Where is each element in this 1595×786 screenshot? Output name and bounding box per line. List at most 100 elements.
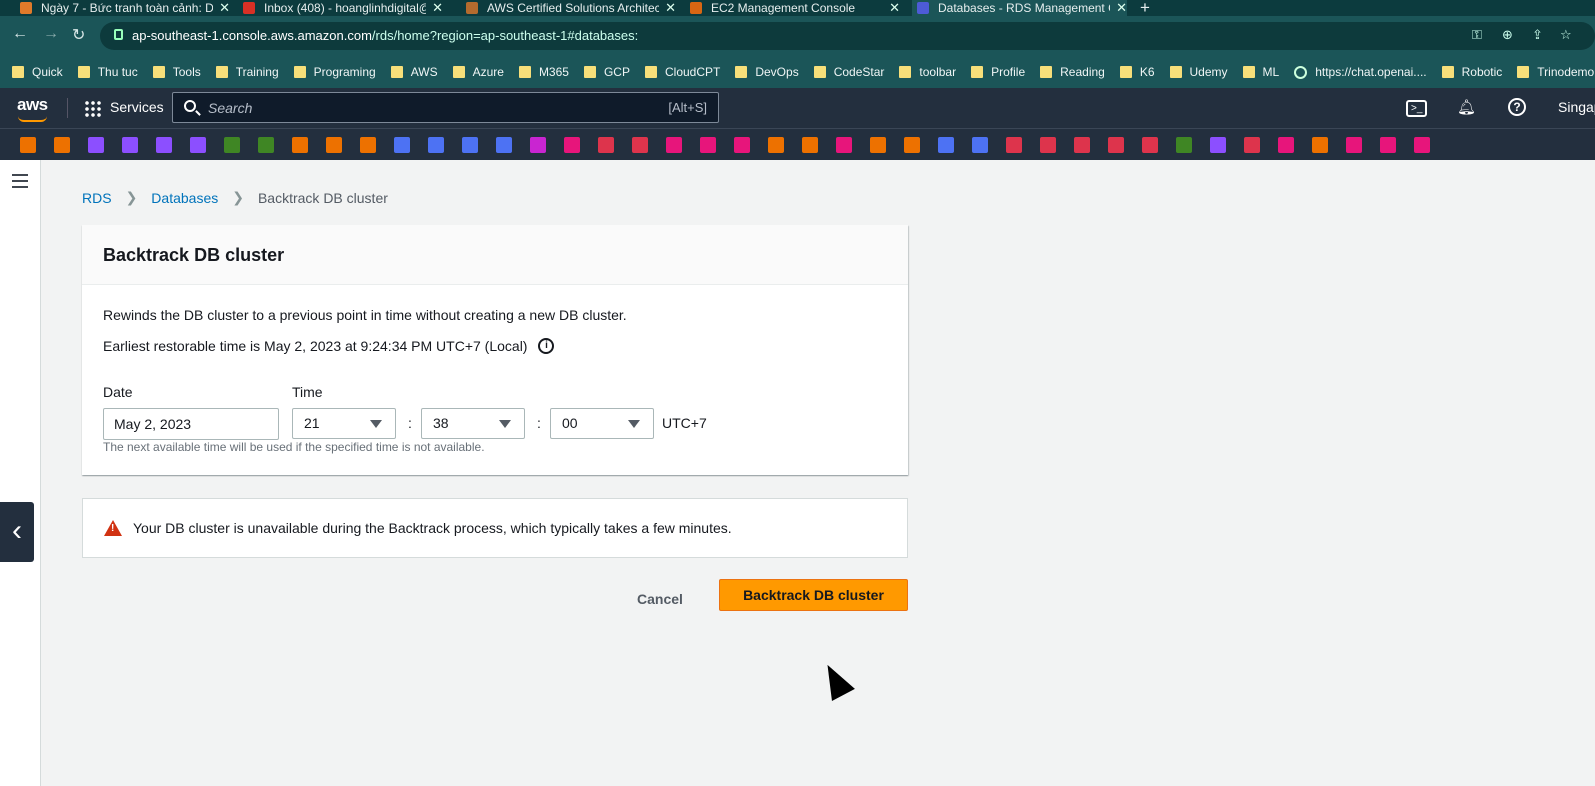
favorite-service-icon[interactable]	[734, 136, 750, 153]
breadcrumb-link-databases[interactable]: Databases	[151, 190, 218, 206]
hamburger-menu-icon[interactable]	[12, 174, 28, 176]
date-input[interactable]: May 2, 2023	[103, 408, 279, 440]
favorite-service-icon[interactable]	[700, 136, 716, 153]
favorite-service-icon[interactable]	[1346, 136, 1362, 153]
favorite-service-icon[interactable]	[54, 136, 70, 153]
favorite-service-icon[interactable]	[258, 136, 274, 153]
bookmark-item[interactable]: M365	[518, 65, 569, 79]
close-tab-icon[interactable]: ✕	[665, 0, 676, 16]
bookmark-item[interactable]: CloudCPT	[644, 65, 720, 79]
search-input[interactable]: Search [Alt+S]	[172, 92, 719, 123]
favorite-service-icon[interactable]	[190, 136, 206, 153]
favorite-service-icon[interactable]	[836, 136, 852, 153]
bookmark-item[interactable]: DevOps	[735, 65, 799, 79]
back-arrow-icon[interactable]: ←	[12, 25, 28, 43]
favorite-service-icon[interactable]	[1142, 136, 1158, 153]
browser-tab-active[interactable]: Databases - RDS Management C ✕	[912, 0, 1127, 16]
browser-tab[interactable]: AWS Certified Solutions Architect ✕	[466, 0, 676, 16]
cloudshell-icon[interactable]: >_	[1406, 100, 1428, 117]
close-tab-icon[interactable]: ✕	[219, 0, 230, 16]
favorite-service-icon[interactable]	[496, 136, 512, 153]
forward-arrow-icon[interactable]: →	[43, 25, 59, 43]
info-icon[interactable]: i	[538, 338, 555, 354]
url-text[interactable]: ap-southeast-1.console.aws.amazon.com/rd…	[132, 28, 638, 43]
favorite-service-icon[interactable]	[564, 136, 580, 153]
notifications-bell-icon[interactable]: 🔔︎	[1457, 98, 1476, 116]
browser-tab[interactable]: EC2 Management Console ✕	[690, 0, 900, 16]
favorite-service-icon[interactable]	[326, 136, 342, 153]
favorite-service-icon[interactable]	[530, 136, 546, 153]
favorite-service-icon[interactable]	[1176, 136, 1192, 153]
services-menu[interactable]: Services	[110, 99, 164, 115]
favorite-service-icon[interactable]	[20, 136, 36, 153]
bookmark-item[interactable]: Tools	[152, 65, 201, 79]
second-select[interactable]: 00	[550, 408, 654, 439]
bookmark-item[interactable]: ML	[1242, 65, 1279, 79]
favorite-service-icon[interactable]	[1108, 136, 1124, 153]
favorite-service-icon[interactable]	[1074, 136, 1090, 153]
bookmark-item[interactable]: https://chat.openai....	[1294, 65, 1427, 79]
region-selector[interactable]: Singap	[1558, 99, 1595, 115]
minute-select[interactable]: 38	[421, 408, 525, 439]
star-icon[interactable]: ☆	[1560, 27, 1572, 43]
aws-logo[interactable]: aws	[17, 95, 48, 122]
favorite-service-icon[interactable]	[360, 136, 376, 153]
bookmark-item[interactable]: Programing	[293, 65, 376, 79]
zoom-icon[interactable]: ⊕	[1502, 27, 1513, 43]
new-tab-button[interactable]: +	[1140, 0, 1150, 16]
reload-icon[interactable]: ↻	[72, 25, 85, 45]
bookmark-item[interactable]: Profile	[971, 65, 1025, 79]
bookmark-item[interactable]: Robotic	[1441, 65, 1502, 79]
favorite-service-icon[interactable]	[632, 136, 648, 153]
bookmark-item[interactable]: K6	[1119, 65, 1155, 79]
bookmark-item[interactable]: AWS	[390, 65, 438, 79]
favorite-service-icon[interactable]	[972, 136, 988, 153]
close-tab-icon[interactable]: ✕	[432, 0, 443, 16]
bookmark-item[interactable]: Azure	[452, 65, 504, 79]
bookmark-item[interactable]: Reading	[1040, 65, 1105, 79]
bookmark-item[interactable]: Training	[215, 65, 279, 79]
chevron-left-icon[interactable]: ‹	[0, 502, 34, 562]
bookmark-item[interactable]: toolbar	[899, 65, 956, 79]
favorite-service-icon[interactable]	[870, 136, 886, 153]
favorite-service-icon[interactable]	[598, 136, 614, 153]
favorite-service-icon[interactable]	[292, 136, 308, 153]
favorite-service-icon[interactable]	[802, 136, 818, 153]
favorite-service-icon[interactable]	[1210, 136, 1226, 153]
favorite-service-icon[interactable]	[666, 136, 682, 153]
bookmark-item[interactable]: CodeStar	[813, 65, 884, 79]
favorite-service-icon[interactable]	[1278, 136, 1294, 153]
bookmark-item[interactable]: Thu tuc	[77, 65, 138, 79]
favorite-service-icon[interactable]	[88, 136, 104, 153]
favorite-service-icon[interactable]	[428, 136, 444, 153]
bookmark-item[interactable]: Quick	[12, 65, 63, 79]
favorite-service-icon[interactable]	[1040, 136, 1056, 153]
backtrack-db-cluster-button[interactable]: Backtrack DB cluster	[719, 579, 908, 611]
share-icon[interactable]: ⇪	[1532, 27, 1543, 43]
bookmark-item[interactable]: Trinodemo	[1517, 65, 1594, 79]
favorite-service-icon[interactable]	[1312, 136, 1328, 153]
services-grid-icon[interactable]	[84, 100, 101, 117]
bookmark-item[interactable]: Udemy	[1169, 65, 1228, 79]
favorite-service-icon[interactable]	[156, 136, 172, 153]
hour-select[interactable]: 21	[292, 408, 396, 439]
favorite-service-icon[interactable]	[904, 136, 920, 153]
favorite-service-icon[interactable]	[394, 136, 410, 153]
address-bar[interactable]: ap-southeast-1.console.aws.amazon.com/rd…	[100, 22, 1595, 50]
breadcrumb-link-rds[interactable]: RDS	[82, 190, 112, 206]
help-icon[interactable]: ?	[1508, 98, 1526, 116]
favorite-service-icon[interactable]	[1414, 136, 1430, 153]
favorite-service-icon[interactable]	[768, 136, 784, 153]
favorite-service-icon[interactable]	[1006, 136, 1022, 153]
close-tab-icon[interactable]: ✕	[889, 0, 900, 16]
bookmark-item[interactable]: GCP	[583, 65, 630, 79]
favorite-service-icon[interactable]	[224, 136, 240, 153]
favorite-service-icon[interactable]	[938, 136, 954, 153]
favorite-service-icon[interactable]	[1244, 136, 1260, 153]
favorite-service-icon[interactable]	[122, 136, 138, 153]
key-icon[interactable]: ⚿	[1472, 27, 1482, 43]
browser-tab[interactable]: Ngày 7 - Bức tranh toàn cảnh: De ✕	[20, 0, 230, 16]
cancel-button[interactable]: Cancel	[622, 583, 698, 615]
close-tab-icon[interactable]: ✕	[1116, 0, 1127, 16]
favorite-service-icon[interactable]	[1380, 136, 1396, 153]
